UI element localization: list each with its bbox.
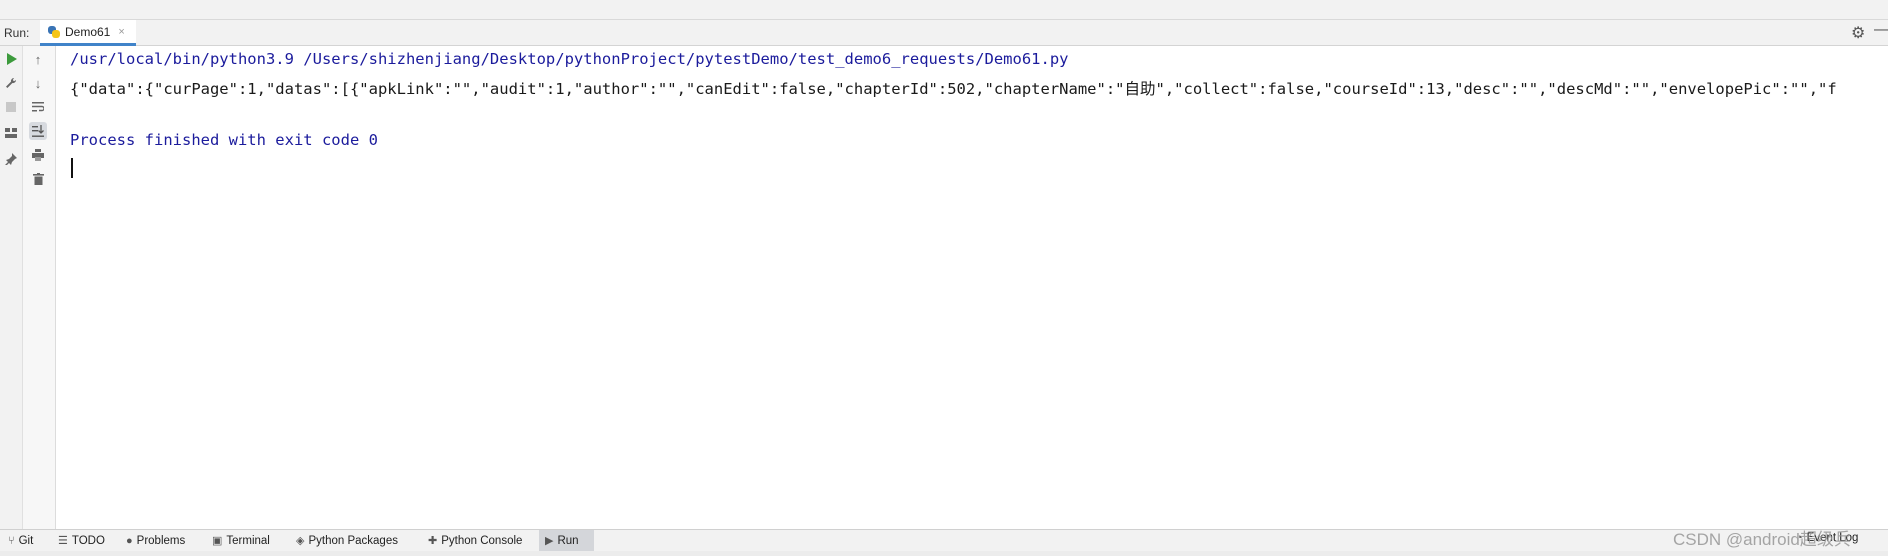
soft-wrap-icon[interactable] xyxy=(29,98,47,116)
tab-python-packages-label: Python Packages xyxy=(308,534,398,547)
tab-git-label: Git xyxy=(18,534,34,547)
run-toolwindow-header: Run: Demo61 × ⚙ — xyxy=(0,20,1888,46)
problems-icon: ● xyxy=(126,534,133,547)
tab-python-console[interactable]: ✚ Python Console xyxy=(422,530,528,551)
layout-icon[interactable] xyxy=(2,124,20,142)
output-line: {"data":{"curPage":1,"datas":[{"apkLink"… xyxy=(70,80,1837,98)
run-label: Run: xyxy=(4,26,30,40)
rerun-icon[interactable] xyxy=(2,50,20,68)
tab-todo-label: TODO xyxy=(71,534,105,547)
bottom-toolwindow-bar: ⑂ Git ☰ TODO ● Problems ▣ Terminal ◈ Pyt… xyxy=(0,529,1888,551)
trash-icon[interactable] xyxy=(29,170,47,188)
tab-terminal-label: Terminal xyxy=(226,534,270,547)
watermark: CSDN @android超级兵 xyxy=(1673,530,1851,549)
terminal-icon: ▣ xyxy=(212,535,223,547)
list-icon: ☰ xyxy=(58,535,68,547)
python-file-icon xyxy=(48,25,60,38)
command-line: /usr/local/bin/python3.9 /Users/shizhenj… xyxy=(70,50,1069,68)
gear-icon[interactable]: ⚙ xyxy=(1851,23,1865,43)
python-console-icon: ✚ xyxy=(428,535,438,547)
tab-terminal[interactable]: ▣ Terminal xyxy=(206,530,276,551)
arrow-up-icon[interactable]: ↑ xyxy=(29,50,47,68)
scroll-to-end-icon[interactable] xyxy=(29,122,47,140)
process-finished-line: Process finished with exit code 0 xyxy=(70,131,378,149)
console-output[interactable]: /usr/local/bin/python3.9 /Users/shizhenj… xyxy=(56,46,1888,516)
window-top-strip xyxy=(0,0,1888,20)
run-icon: ▶ xyxy=(545,535,554,547)
git-branch-icon: ⑂ xyxy=(8,534,15,547)
print-icon[interactable] xyxy=(29,146,47,164)
run-tab-demo61[interactable]: Demo61 × xyxy=(40,20,136,46)
tab-run[interactable]: ▶ Run xyxy=(539,530,594,551)
tab-problems-label: Problems xyxy=(136,534,186,547)
tab-git[interactable]: ⑂ Git xyxy=(2,530,39,551)
wrench-icon[interactable] xyxy=(2,74,20,92)
text-caret xyxy=(71,158,73,178)
run-tab-label: Demo61 xyxy=(65,24,111,39)
arrow-down-icon[interactable]: ↓ xyxy=(29,74,47,92)
pin-icon[interactable] xyxy=(2,150,20,168)
console-actions-gutter: ↑ ↓ xyxy=(23,46,56,529)
tab-todo[interactable]: ☰ TODO xyxy=(52,530,111,551)
window-bottom-edge xyxy=(0,551,1888,556)
minimize-icon[interactable]: — xyxy=(1874,21,1888,39)
tab-python-packages[interactable]: ◈ Python Packages xyxy=(290,530,404,551)
run-actions-gutter xyxy=(0,46,23,529)
tab-run-label: Run xyxy=(557,534,579,547)
tab-python-console-label: Python Console xyxy=(441,534,523,547)
stop-icon[interactable] xyxy=(2,98,20,116)
packages-icon: ◈ xyxy=(296,535,305,547)
tab-problems[interactable]: ● Problems xyxy=(120,530,191,551)
close-tab-icon[interactable]: × xyxy=(118,26,124,38)
